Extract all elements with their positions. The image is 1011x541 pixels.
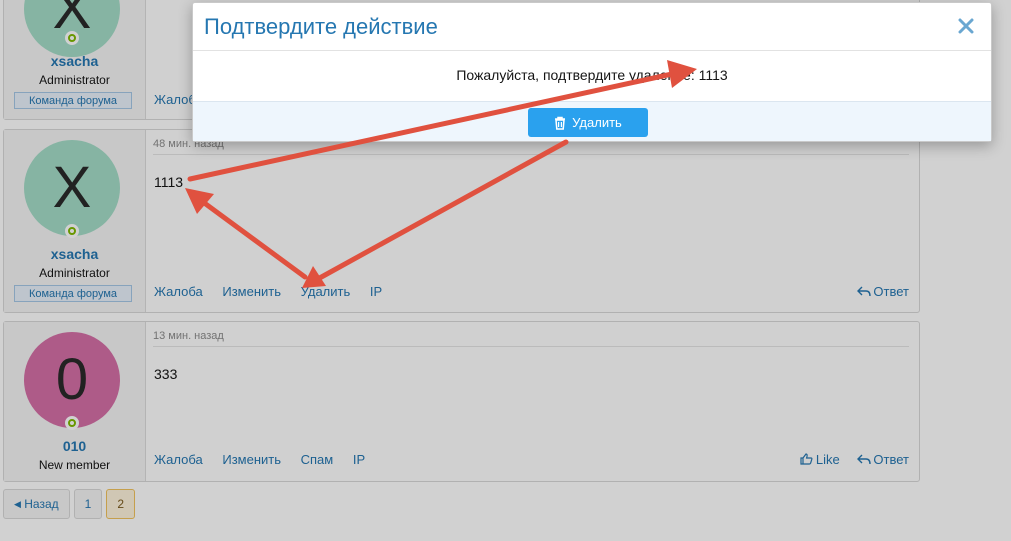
dialog-message: Пожалуйста, подтвердите удаление: 1113 bbox=[456, 67, 728, 83]
delete-button[interactable]: Удалить bbox=[528, 108, 648, 137]
dialog-title: Подтвердите действие bbox=[204, 14, 438, 39]
trash-icon bbox=[555, 116, 566, 130]
close-button[interactable] bbox=[951, 11, 981, 41]
confirm-dialog: Подтвердите действие Пожалуйста, подтвер… bbox=[192, 2, 992, 142]
close-icon bbox=[958, 18, 974, 34]
delete-button-label: Удалить bbox=[572, 115, 622, 130]
dialog-header: Подтвердите действие bbox=[193, 3, 991, 51]
dialog-footer: Удалить bbox=[193, 101, 991, 141]
